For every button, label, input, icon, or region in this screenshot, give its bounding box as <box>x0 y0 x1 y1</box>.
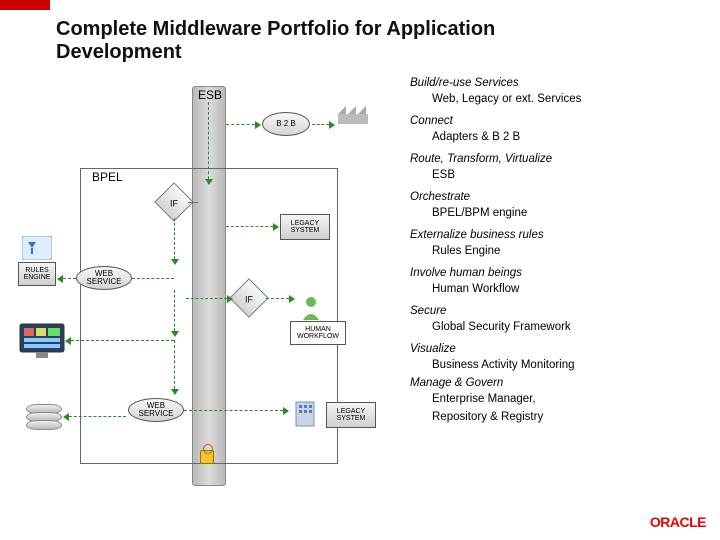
connector <box>64 416 126 417</box>
web-service-node-2: WEB SERVICE <box>128 398 184 422</box>
b2b-node: B 2 B <box>262 112 310 136</box>
connector <box>186 298 232 299</box>
bpel-label: BPEL <box>92 170 123 184</box>
sb-head: Visualize <box>410 342 710 358</box>
sb-head: Involve human beings <box>410 266 710 282</box>
connector <box>184 410 288 411</box>
sb-head: Connect <box>410 114 710 130</box>
sb-head: Route, Transform, Virtualize <box>410 152 710 168</box>
sb-head: Build/re-use Services <box>410 76 710 92</box>
connector <box>174 290 175 336</box>
connector <box>188 202 198 203</box>
page-title: Complete Middleware Portfolio for Applic… <box>56 18 516 64</box>
sb-sub: Human Workflow <box>432 282 710 298</box>
person-icon <box>300 296 334 322</box>
connector <box>132 278 174 279</box>
connector <box>226 124 260 125</box>
sb-head: Orchestrate <box>410 190 710 206</box>
sb-sub: Adapters & B 2 B <box>432 130 710 146</box>
connector <box>58 278 76 279</box>
connector <box>66 340 174 341</box>
connector <box>174 340 175 394</box>
lock-icon <box>200 450 214 464</box>
sb-sub: Business Activity Monitoring <box>432 358 710 374</box>
factory-icon <box>336 100 370 126</box>
oracle-logo: ORACLE <box>650 514 706 530</box>
sb-sub: Repository & Registry <box>432 410 710 426</box>
connector <box>226 226 278 227</box>
sb-head: Manage & Govern <box>410 376 710 392</box>
sb-sub: Enterprise Manager, <box>432 392 710 408</box>
connector <box>208 102 209 184</box>
human-workflow-node: HUMAN WORKFLOW <box>290 321 346 345</box>
connector <box>312 124 334 125</box>
monitor-icon <box>18 322 66 360</box>
sb-head: Externalize business rules <box>410 228 710 244</box>
sb-sub: Global Security Framework <box>432 320 710 336</box>
legacy-system-node-2: LEGACY SYSTEM <box>326 402 376 428</box>
rules-engine-node: RULES ENGINE <box>18 262 56 286</box>
sb-sub: ESB <box>432 168 710 184</box>
sb-sub: Rules Engine <box>432 244 710 260</box>
web-service-node-1: WEB SERVICE <box>76 266 132 290</box>
connector <box>174 218 175 264</box>
sb-head: Secure <box>410 304 710 320</box>
rules-icon <box>22 236 56 262</box>
legacy-system-node-1: LEGACY SYSTEM <box>280 214 330 240</box>
connector <box>266 298 294 299</box>
brand-accent-bar <box>0 0 50 10</box>
esb-label: ESB <box>198 88 222 102</box>
sidebar-list: Build/re-use ServicesWeb, Legacy or ext.… <box>410 76 710 433</box>
sb-sub: BPEL/BPM engine <box>432 206 710 222</box>
database-icon <box>26 404 62 434</box>
building-icon <box>292 400 326 426</box>
sb-sub: Web, Legacy or ext. Services <box>432 92 710 108</box>
